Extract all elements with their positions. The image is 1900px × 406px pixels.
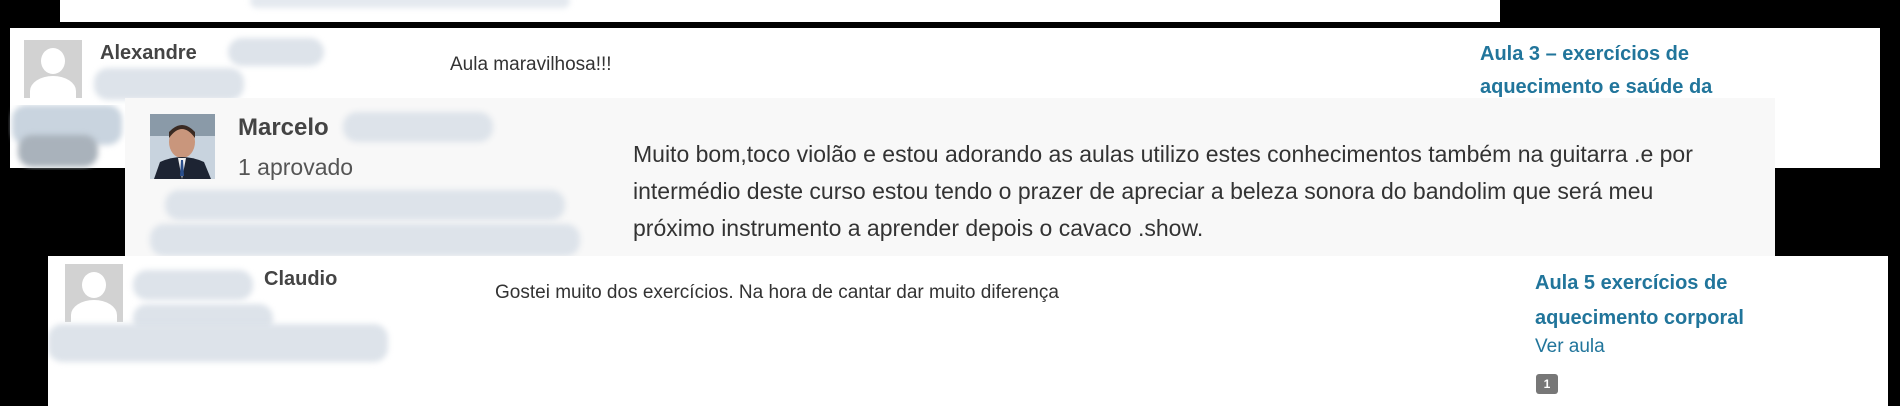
comment-author[interactable]: Claudio xyxy=(264,268,337,291)
previous-comment-fragment xyxy=(60,0,1500,22)
redacted-text xyxy=(250,0,570,8)
post-title-link[interactable]: Aula 3 – exercícios de aquecimento e saú… xyxy=(1480,38,1780,104)
comment-author[interactable]: Marcelo xyxy=(238,114,329,142)
default-avatar-icon xyxy=(24,40,82,98)
redacted-author-first xyxy=(133,270,253,300)
post-title-link[interactable]: Aula 5 exercícios de aquecimento corpora… xyxy=(1535,266,1805,336)
user-avatar xyxy=(150,114,215,179)
redacted-author-email xyxy=(165,190,565,220)
redacted-author-email xyxy=(94,68,244,100)
redacted-author-surname xyxy=(228,38,324,66)
comment-row-marcelo: Marcelo 1 aprovado Muito bom,toco violão… xyxy=(125,98,1775,266)
comment-author[interactable]: Alexandre xyxy=(100,42,197,65)
comment-text: Muito bom,toco violão e estou adorando a… xyxy=(633,141,1693,241)
view-post-link[interactable]: Ver aula xyxy=(1535,336,1605,358)
redacted-author-ip xyxy=(150,224,580,256)
approved-count: 1 aprovado xyxy=(238,154,354,180)
comment-text: Gostei muito dos exercícios. Na hora de … xyxy=(495,282,1059,303)
redacted-author-surname xyxy=(343,112,493,142)
blurred-fragment-left xyxy=(8,105,126,170)
comment-row-claudio: Claudio Gostei muito dos exercícios. Na … xyxy=(48,256,1888,406)
comment-text: Aula maravilhosa!!! xyxy=(450,54,612,75)
redacted-author-ip xyxy=(48,324,388,362)
comment-count-badge[interactable]: 1 xyxy=(1536,374,1558,394)
user-photo-image xyxy=(150,114,215,179)
default-avatar-icon xyxy=(65,264,123,322)
